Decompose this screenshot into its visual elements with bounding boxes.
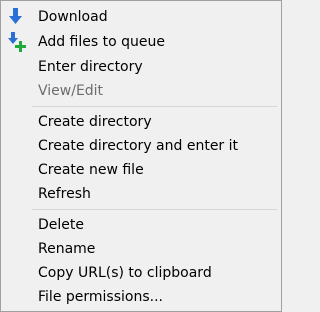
menu-item-label: Create directory	[38, 114, 152, 130]
menu-item-enter-directory[interactable]: Enter directory	[2, 55, 280, 79]
menu-item-label: Rename	[38, 241, 96, 257]
menu-item-label: File permissions...	[38, 289, 163, 305]
menu-item-label: Add files to queue	[38, 34, 165, 50]
menu-item-create-directory-and-enter[interactable]: Create directory and enter it	[2, 134, 280, 158]
menu-separator	[32, 209, 277, 210]
menu-item-rename[interactable]: Rename	[2, 237, 280, 261]
menu-item-file-permissions[interactable]: File permissions...	[2, 285, 280, 309]
menu-item-download[interactable]: Download	[2, 5, 280, 29]
menu-item-label: Create directory and enter it	[38, 138, 239, 154]
menu-item-delete[interactable]: Delete	[2, 213, 280, 237]
menu-item-copy-url[interactable]: Copy URL(s) to clipboard	[2, 261, 280, 285]
menu-item-label: Refresh	[38, 186, 91, 202]
menu-item-label: View/Edit	[38, 83, 104, 99]
menu-item-label: Delete	[38, 217, 84, 233]
menu-item-add-files-to-queue[interactable]: Add files to queue	[2, 30, 280, 54]
menu-item-label: Enter directory	[38, 59, 143, 75]
menu-item-view-edit: View/Edit	[2, 79, 280, 103]
menu-item-create-directory[interactable]: Create directory	[2, 110, 280, 134]
menu-item-refresh[interactable]: Refresh	[2, 182, 280, 206]
menu-item-label: Download	[38, 9, 108, 25]
add-to-queue-icon	[7, 32, 26, 52]
menu-item-create-new-file[interactable]: Create new file	[2, 158, 280, 182]
download-arrow-icon	[7, 7, 25, 27]
context-menu: Download Add files to queue Enter direct…	[0, 0, 282, 312]
menu-separator	[32, 106, 277, 107]
menu-item-label: Copy URL(s) to clipboard	[38, 265, 212, 281]
menu-item-label: Create new file	[38, 162, 144, 178]
